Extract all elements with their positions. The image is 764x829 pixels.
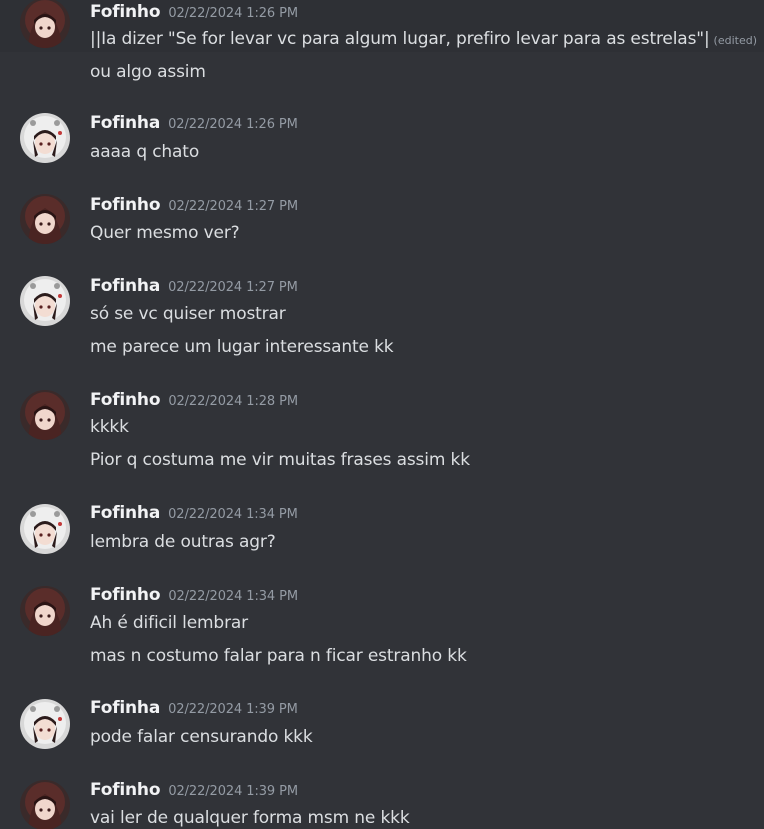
message-text: ||Ia dizer "Se for levar vc para algum l… <box>90 29 710 49</box>
message-header: Fofinha 02/22/2024 1:27 PM <box>90 276 298 298</box>
author-name[interactable]: Fofinho <box>90 195 161 215</box>
timestamp: 02/22/2024 1:34 PM <box>168 589 298 604</box>
white-hood-avatar-icon <box>20 276 70 326</box>
message-line: pode falar censurando kkk <box>90 727 313 747</box>
author-name[interactable]: Fofinha <box>90 113 160 133</box>
author-name[interactable]: Fofinho <box>90 780 161 800</box>
reddish-hood-avatar-icon <box>20 0 70 48</box>
author-name[interactable]: Fofinho <box>90 585 161 605</box>
avatar[interactable] <box>20 390 70 440</box>
avatar[interactable] <box>20 113 70 163</box>
message-header: Fofinho 02/22/2024 1:26 PM <box>90 2 298 24</box>
message-header: Fofinho 02/22/2024 1:39 PM <box>90 780 298 802</box>
avatar[interactable] <box>20 586 70 636</box>
message-line: ou algo assim <box>90 62 206 82</box>
reddish-hood-avatar-icon <box>20 390 70 440</box>
white-hood-avatar-icon <box>20 699 70 749</box>
message-header: Fofinho 02/22/2024 1:27 PM <box>90 195 298 217</box>
message-header: Fofinha 02/22/2024 1:39 PM <box>90 698 298 720</box>
white-hood-avatar-icon <box>20 504 70 554</box>
message-header: Fofinho 02/22/2024 1:28 PM <box>90 390 298 412</box>
avatar[interactable] <box>20 780 70 829</box>
message-line: Quer mesmo ver? <box>90 223 240 243</box>
timestamp: 02/22/2024 1:27 PM <box>168 280 298 295</box>
message-line: kkkk <box>90 417 129 437</box>
message-line: me parece um lugar interessante kk <box>90 337 394 357</box>
avatar[interactable] <box>20 0 70 48</box>
message-line: mas n costumo falar para n ficar estranh… <box>90 646 467 666</box>
white-hood-avatar-icon <box>20 113 70 163</box>
message-line: aaaa q chato <box>90 142 200 162</box>
author-name[interactable]: Fofinha <box>90 276 160 296</box>
avatar[interactable] <box>20 276 70 326</box>
avatar[interactable] <box>20 504 70 554</box>
message-line: Pior q costuma me vir muitas frases assi… <box>90 450 470 470</box>
message-line: ||Ia dizer "Se for levar vc para algum l… <box>90 29 757 49</box>
message-header: Fofinho 02/22/2024 1:34 PM <box>90 585 298 607</box>
message-line: Ah é dificil lembrar <box>90 613 249 633</box>
reddish-hood-avatar-icon <box>20 780 70 829</box>
timestamp: 02/22/2024 1:39 PM <box>168 784 298 799</box>
message-line: vai ler de qualquer forma msm ne kkk <box>90 808 410 828</box>
reddish-hood-avatar-icon <box>20 586 70 636</box>
timestamp: 02/22/2024 1:26 PM <box>168 117 298 132</box>
message-header: Fofinha 02/22/2024 1:34 PM <box>90 503 298 525</box>
author-name[interactable]: Fofinho <box>90 390 161 410</box>
message-line: só se vc quiser mostrar <box>90 304 286 324</box>
timestamp: 02/22/2024 1:26 PM <box>168 6 298 21</box>
avatar[interactable] <box>20 699 70 749</box>
message-line: lembra de outras agr? <box>90 532 276 552</box>
edited-label: (edited) <box>713 34 757 47</box>
author-name[interactable]: Fofinha <box>90 503 160 523</box>
author-name[interactable]: Fofinho <box>90 2 161 22</box>
timestamp: 02/22/2024 1:39 PM <box>168 702 298 717</box>
timestamp: 02/22/2024 1:27 PM <box>168 199 298 214</box>
message-header: Fofinha 02/22/2024 1:26 PM <box>90 113 298 135</box>
timestamp: 02/22/2024 1:34 PM <box>168 507 298 522</box>
timestamp: 02/22/2024 1:28 PM <box>168 394 298 409</box>
avatar[interactable] <box>20 194 70 244</box>
author-name[interactable]: Fofinha <box>90 698 160 718</box>
reddish-hood-avatar-icon <box>20 194 70 244</box>
